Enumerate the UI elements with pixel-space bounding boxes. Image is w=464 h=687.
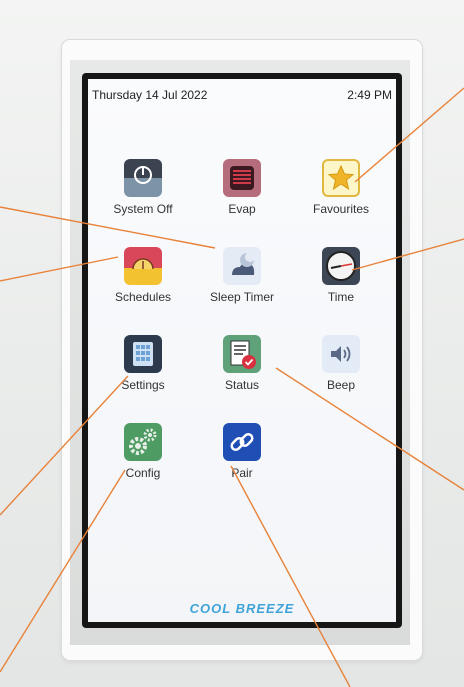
config-button[interactable]: Config — [98, 423, 188, 503]
sleep-timer-button[interactable]: Sleep Timer — [197, 247, 287, 327]
gears-icon — [124, 423, 162, 461]
beep-label: Beep — [326, 378, 356, 392]
beep-button[interactable]: Beep — [296, 335, 386, 415]
schedule-icon — [124, 247, 162, 285]
settings-button[interactable]: Settings — [98, 335, 188, 415]
favourites-label: Favourites — [312, 202, 370, 216]
power-icon — [124, 159, 162, 197]
system-off-label: System Off — [113, 202, 173, 216]
moon-icon — [223, 247, 261, 285]
evap-icon — [223, 159, 261, 197]
status-bar: Thursday 14 Jul 2022 2:49 PM — [88, 79, 396, 109]
status-time: 2:49 PM — [347, 88, 392, 102]
schedules-button[interactable]: Schedules — [98, 247, 188, 327]
link-icon — [223, 423, 261, 461]
evap-button[interactable]: Evap — [197, 159, 287, 239]
time-button[interactable]: Time — [296, 247, 386, 327]
time-label: Time — [327, 290, 355, 304]
system-off-button[interactable]: System Off — [98, 159, 188, 239]
status-button[interactable]: Status — [197, 335, 287, 415]
touch-screen: Thursday 14 Jul 2022 2:49 PM System Off … — [88, 79, 396, 622]
pair-button[interactable]: Pair — [197, 423, 287, 503]
star-icon — [322, 159, 360, 197]
config-label: Config — [125, 466, 161, 480]
settings-icon — [124, 335, 162, 373]
schedules-label: Schedules — [114, 290, 172, 304]
status-label: Status — [224, 378, 260, 392]
cool-breeze-logo: COOL BREEZE — [189, 601, 295, 616]
favourites-button[interactable]: Favourites — [296, 159, 386, 239]
evap-label: Evap — [228, 202, 256, 216]
status-date: Thursday 14 Jul 2022 — [92, 88, 208, 102]
settings-label: Settings — [121, 378, 165, 392]
clock-icon — [322, 247, 360, 285]
speaker-icon — [322, 335, 360, 373]
pair-label: Pair — [231, 466, 253, 480]
sleep-timer-label: Sleep Timer — [209, 290, 275, 304]
status-icon — [223, 335, 261, 373]
